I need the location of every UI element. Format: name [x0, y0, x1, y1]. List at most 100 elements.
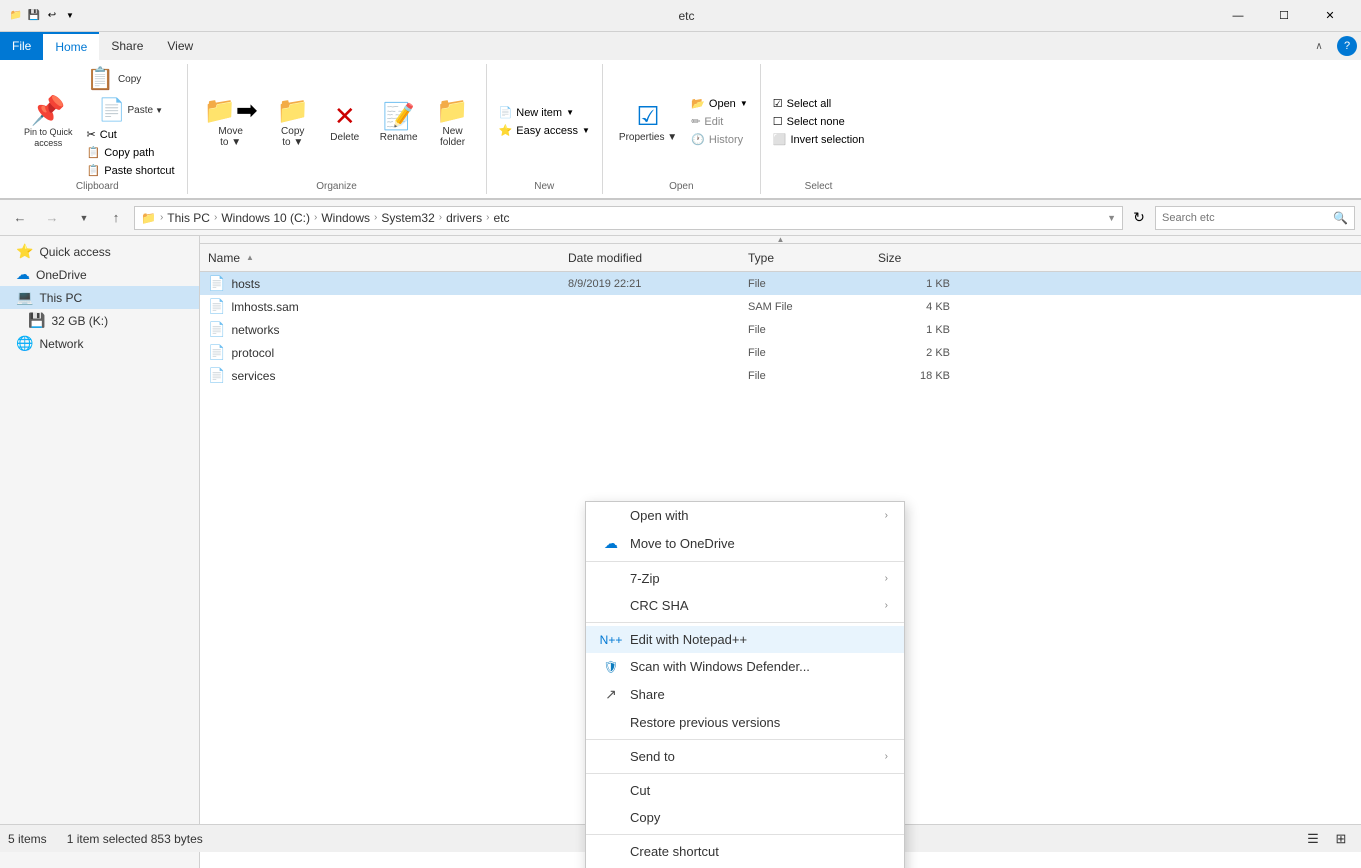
close-button[interactable]: ✕	[1307, 0, 1353, 32]
cm-scan-defender[interactable]: 🛡 Scan with Windows Defender...	[586, 653, 904, 680]
back-button[interactable]: ←	[6, 204, 34, 232]
cm-cut[interactable]: Cut	[586, 777, 904, 804]
clipboard-items: 📌 Pin to Quickaccess 📋 Copy 📄 Paste ▼	[16, 64, 179, 179]
file-size-lmhosts: 4 KB	[878, 301, 958, 313]
address-bar[interactable]: 📁 › This PC › Windows 10 (C:) › Windows …	[134, 206, 1123, 230]
cm-send-to-label: Send to	[630, 749, 875, 764]
open-icon: 📂	[691, 97, 705, 110]
file-row-lmhosts[interactable]: 📄 lmhosts.sam SAM File 4 KB	[200, 295, 1361, 318]
breadcrumb-sep-5: ›	[486, 212, 489, 223]
ribbon-tab-bar: File Home Share View ∧ ?	[0, 32, 1361, 60]
file-row-hosts[interactable]: 📄 hosts 8/9/2019 22:21 File 1 KB	[200, 272, 1361, 295]
edit-label: Edit	[704, 116, 723, 128]
breadcrumb-dropdown-icon[interactable]: ▼	[1107, 213, 1116, 223]
properties-label: Properties ▼	[619, 132, 677, 143]
search-box[interactable]: 🔍	[1155, 206, 1355, 230]
col-header-name[interactable]: Name ▲	[208, 251, 568, 265]
cm-edit-notepad[interactable]: N++ Edit with Notepad++	[586, 626, 904, 653]
ribbon-collapse-button[interactable]: ∧	[1305, 32, 1333, 60]
copy-button[interactable]: 📋 Copy	[83, 64, 179, 94]
paste-shortcut-button[interactable]: 📋 Paste shortcut	[83, 162, 179, 179]
col-header-size[interactable]: Size	[878, 251, 958, 265]
cm-send-to-arrow: ›	[885, 751, 888, 762]
cm-open-with[interactable]: Open with ›	[586, 502, 904, 529]
cm-share[interactable]: ↗ Share	[586, 680, 904, 709]
copy-to-button[interactable]: 📁 Copyto ▼	[268, 91, 318, 152]
tab-share[interactable]: Share	[99, 32, 155, 60]
up-button[interactable]: ↑	[102, 204, 130, 232]
sidebar-item-quick-access[interactable]: ⭐ Quick access	[0, 240, 199, 263]
tab-view[interactable]: View	[155, 32, 205, 60]
easy-access-button[interactable]: ⭐ Easy access ▼	[495, 122, 594, 139]
tab-home[interactable]: Home	[43, 32, 99, 60]
dropdown-arrow-icon[interactable]: ▼	[62, 8, 78, 24]
rename-button[interactable]: 📝 Rename	[372, 97, 426, 147]
sidebar-item-32gb[interactable]: 💾 32 GB (K:)	[0, 309, 199, 332]
recent-locations-button[interactable]: ▼	[70, 204, 98, 232]
new-item-button[interactable]: 📄 New item ▼	[495, 104, 594, 121]
help-button[interactable]: ?	[1337, 36, 1357, 56]
forward-button[interactable]: →	[38, 204, 66, 232]
large-icons-button[interactable]: ⊞	[1329, 827, 1353, 851]
breadcrumb-windows[interactable]: Windows	[321, 211, 370, 225]
new-folder-button[interactable]: 📁 Newfolder	[428, 91, 478, 152]
select-all-label: Select all	[787, 98, 832, 110]
copy-to-icon: 📁	[277, 95, 309, 126]
sidebar-item-this-pc[interactable]: 💻 This PC	[0, 286, 199, 309]
breadcrumb-system32[interactable]: System32	[381, 211, 434, 225]
onedrive-icon: ☁	[16, 266, 30, 283]
cm-copy[interactable]: Copy	[586, 804, 904, 831]
breadcrumb-thispc[interactable]: This PC	[167, 211, 210, 225]
easy-access-icon: ⭐	[499, 124, 513, 137]
new-label: New	[534, 179, 554, 194]
col-header-date[interactable]: Date modified	[568, 251, 748, 265]
undo-icon: ↩	[44, 8, 60, 24]
file-row-networks[interactable]: 📄 networks File 1 KB	[200, 318, 1361, 341]
pin-to-quick-access-button[interactable]: 📌 Pin to Quickaccess	[16, 90, 81, 153]
col-header-type[interactable]: Type	[748, 251, 878, 265]
invert-selection-button[interactable]: ⬜ Invert selection	[769, 131, 869, 148]
file-name-hosts: 📄 hosts	[208, 275, 568, 292]
open-group: ☑ Properties ▼ 📂 Open ▼ ✏ Edit 🕐	[603, 64, 761, 194]
paste-arrow[interactable]: ▼	[155, 106, 163, 115]
open-button[interactable]: 📂 Open ▼	[687, 95, 752, 112]
minimize-button[interactable]: —	[1215, 0, 1261, 32]
cm-send-to[interactable]: Send to ›	[586, 743, 904, 770]
select-none-button[interactable]: ☐ Select none	[769, 113, 869, 130]
sidebar-item-onedrive[interactable]: ☁ OneDrive	[0, 263, 199, 286]
file-row-protocol[interactable]: 📄 protocol File 2 KB	[200, 341, 1361, 364]
sidebar-item-network[interactable]: 🌐 Network	[0, 332, 199, 355]
cm-crc-sha[interactable]: CRC SHA ›	[586, 592, 904, 619]
cut-button[interactable]: ✂ Cut	[83, 126, 179, 143]
refresh-button[interactable]: ↻	[1127, 206, 1151, 230]
new-group: 📄 New item ▼ ⭐ Easy access ▼ New	[487, 64, 603, 194]
file-row-services[interactable]: 📄 services File 18 KB	[200, 364, 1361, 387]
breadcrumb-drive[interactable]: Windows 10 (C:)	[221, 211, 310, 225]
cm-move-to-onedrive[interactable]: ☁ Move to OneDrive	[586, 529, 904, 558]
delete-button[interactable]: ✕ Delete	[320, 97, 370, 147]
paste-button[interactable]: 📄 Paste ▼	[83, 95, 179, 125]
onedrive-label: OneDrive	[36, 268, 87, 282]
edit-button[interactable]: ✏ Edit	[687, 113, 752, 130]
copy-path-button[interactable]: 📋 Copy path	[83, 144, 179, 161]
move-to-button[interactable]: 📁➡ Moveto ▼	[196, 91, 266, 152]
properties-button[interactable]: ☑ Properties ▼	[611, 97, 685, 147]
search-input[interactable]	[1162, 212, 1329, 224]
clipboard-label: Clipboard	[76, 179, 119, 194]
breadcrumb-drivers[interactable]: drivers	[446, 211, 482, 225]
paste-label: Paste	[128, 105, 154, 116]
tab-file[interactable]: File	[0, 32, 43, 60]
maximize-button[interactable]: ☐	[1261, 0, 1307, 32]
quick-access-label: Quick access	[39, 245, 110, 259]
cut-icon: ✂	[87, 128, 96, 141]
file-name-services: 📄 services	[208, 367, 568, 384]
delete-icon: ✕	[334, 101, 356, 132]
details-view-button[interactable]: ☰	[1301, 827, 1325, 851]
cm-restore-versions[interactable]: Restore previous versions	[586, 709, 904, 736]
file-size-services: 18 KB	[878, 370, 958, 382]
cm-7zip[interactable]: 7-Zip ›	[586, 565, 904, 592]
history-button[interactable]: 🕐 History	[687, 131, 752, 148]
select-group: ☑ Select all ☐ Select none ⬜ Invert sele…	[761, 64, 877, 194]
select-all-button[interactable]: ☑ Select all	[769, 95, 869, 112]
rename-icon: 📝	[382, 101, 414, 132]
